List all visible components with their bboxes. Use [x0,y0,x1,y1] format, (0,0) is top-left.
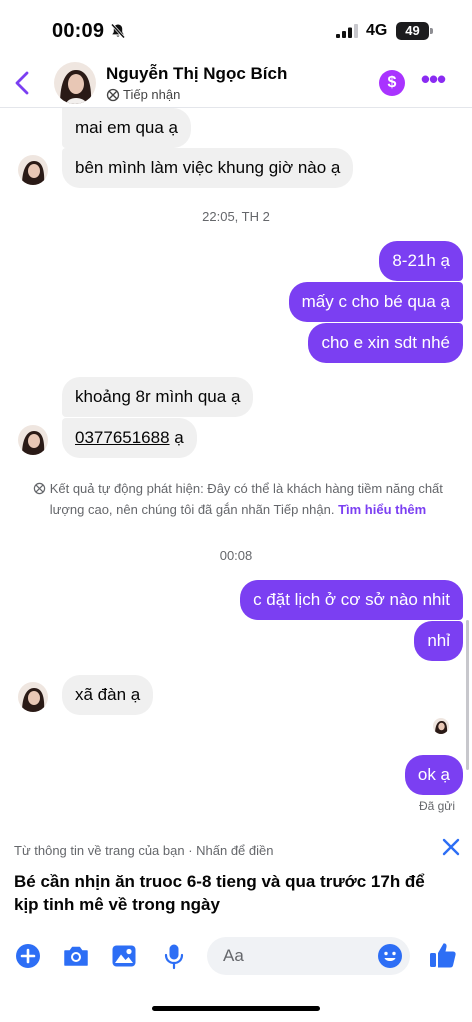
plus-icon[interactable] [14,942,42,970]
thumbs-up-icon[interactable] [428,940,458,970]
incoming-message[interactable]: bên mình làm việc khung giờ nào ạ [62,148,354,188]
lead-tag-icon [106,88,120,101]
battery-tip [430,28,433,34]
learn-more-link[interactable]: Tìm hiểu thêm [338,502,426,517]
scrollbar[interactable] [466,620,469,770]
emoji-icon[interactable] [377,943,403,969]
status-bar: 00:09 4G 49 [0,0,472,58]
close-icon[interactable] [440,836,462,858]
label-text: Tiếp nhận [123,87,181,102]
outgoing-message[interactable]: nhỉ [414,621,463,661]
message-suffix: ạ [169,428,184,447]
signal-icon [336,24,358,38]
input-placeholder: Aa [223,946,244,965]
more-icon[interactable]: ••• [420,66,446,94]
outgoing-message[interactable]: 8-21h ạ [379,241,463,281]
timestamp: 22:05, TH 2 [202,209,270,224]
outgoing-message[interactable]: cho e xin sdt nhé [308,323,463,363]
outgoing-message[interactable]: c đặt lịch ở cơ sở nào nhit [240,580,463,620]
message-input[interactable]: Aa [207,937,410,975]
network-type: 4G [366,22,388,39]
message-list: mai em qua ạ bên mình làm việc khung giờ… [0,108,472,828]
avatar[interactable] [18,682,48,712]
message-composer: Aa [0,928,472,988]
lead-tag-icon [33,482,46,495]
outgoing-message[interactable]: ok ạ [404,755,463,795]
microphone-icon[interactable] [160,942,188,970]
incoming-message[interactable]: 0377651688 ạ [62,418,197,458]
suggestion-text[interactable]: Bé cần nhịn ăn truoc 6-8 tieng và qua tr… [14,870,454,916]
camera-icon[interactable] [62,942,90,970]
contact-label: Tiếp nhận [106,87,180,102]
auto-detect-notice: Kết quả tự động phát hiện: Đây có thể là… [18,478,458,520]
suggestion-label: Từ thông tin về trang của bạn · Nhấn để … [14,843,274,858]
incoming-message[interactable]: xã đàn ạ [62,675,154,715]
sent-status: Đã gửi [418,799,455,813]
autofill-suggestion[interactable]: Từ thông tin về trang của bạn · Nhấn để … [0,828,472,928]
seen-avatar [433,718,449,734]
back-icon[interactable] [10,68,36,98]
battery-icon: 49 [396,22,429,40]
timestamp: 00:08 [219,548,253,563]
dollar-icon[interactable]: $ [379,70,405,96]
status-time: 00:09 [52,20,105,42]
bell-slash-icon [110,23,126,39]
avatar[interactable] [18,425,48,455]
phone-link[interactable]: 0377651688 [75,428,170,447]
avatar[interactable] [18,155,48,185]
outgoing-message[interactable]: mấy c cho bé qua ạ [288,282,463,322]
home-indicator[interactable] [152,1006,320,1011]
image-icon[interactable] [110,942,138,970]
incoming-message[interactable]: khoảng 8r mình qua ạ [62,377,254,417]
contact-name[interactable]: Nguyễn Thị Ngọc Bích [106,64,287,84]
avatar[interactable] [54,62,96,104]
chat-header: Nguyễn Thị Ngọc Bích Tiếp nhận $ ••• [0,58,472,108]
incoming-message[interactable]: mai em qua ạ [62,108,191,148]
